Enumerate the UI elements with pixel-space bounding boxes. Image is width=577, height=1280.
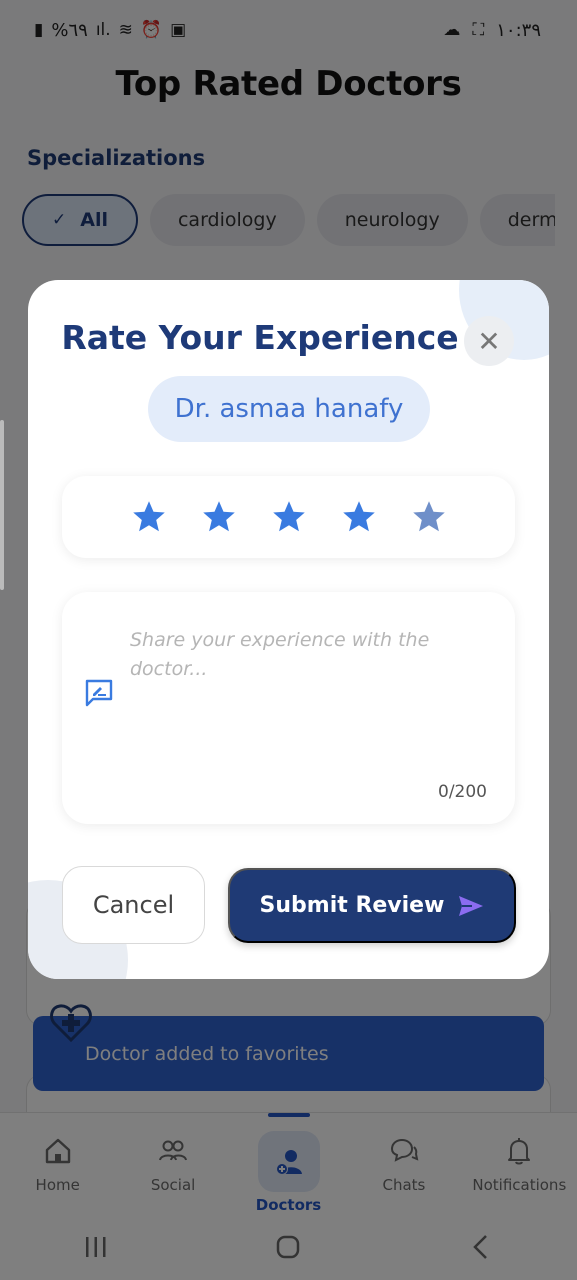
close-icon: ✕	[477, 324, 501, 358]
edge-panel-handle[interactable]	[0, 420, 4, 590]
star-icon[interactable]	[201, 499, 237, 535]
review-textarea[interactable]	[130, 626, 490, 796]
submit-label: Submit Review	[259, 893, 445, 918]
send-icon	[459, 895, 484, 916]
close-button[interactable]: ✕	[464, 316, 514, 366]
star-icon[interactable]	[131, 499, 167, 535]
modal-title: Rate Your Experience	[61, 318, 459, 357]
star-icon[interactable]	[271, 499, 307, 535]
star-icon[interactable]	[411, 499, 447, 535]
character-counter: 0/200	[438, 782, 487, 802]
doctor-name: Dr. asmaa hanafy	[174, 394, 404, 424]
rating-modal: Rate Your Experience ✕ Dr. asmaa hanafy …	[28, 280, 549, 979]
rate-review-icon	[85, 679, 113, 707]
submit-review-button[interactable]: Submit Review	[228, 868, 516, 943]
star-icon[interactable]	[341, 499, 377, 535]
cancel-button[interactable]: Cancel	[62, 866, 205, 944]
star-rating	[62, 476, 515, 558]
review-input-box: 0/200	[62, 592, 515, 824]
doctor-name-badge: Dr. asmaa hanafy	[148, 376, 430, 442]
